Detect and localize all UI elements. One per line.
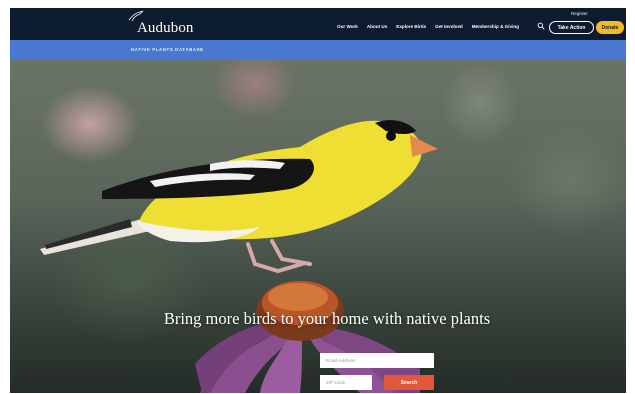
- hero-section: Bring more birds to your home with nativ…: [10, 59, 626, 393]
- nav-membership-giving[interactable]: Membership & Giving: [472, 24, 519, 29]
- bird-legs: [246, 239, 312, 274]
- main-nav: Our Work About Us Explore Birds Get Invo…: [337, 24, 519, 29]
- take-action-button[interactable]: Take Action: [549, 21, 594, 34]
- zip-code-input[interactable]: [320, 375, 372, 390]
- nav-explore-birds[interactable]: Explore Birds: [396, 24, 426, 29]
- audubon-logo[interactable]: Audubon: [128, 10, 194, 37]
- nav-our-work[interactable]: Our Work: [337, 24, 358, 29]
- top-navigation: Audubon Register Our Work About Us Explo…: [10, 8, 626, 40]
- goldfinch-on-coneflower-photo: [40, 120, 438, 393]
- nav-about-us[interactable]: About Us: [367, 24, 387, 29]
- search-button[interactable]: Search: [384, 375, 434, 390]
- native-plants-bar: NATIVE PLANTS DATABASE: [10, 40, 626, 59]
- logo-text: Audubon: [137, 20, 194, 36]
- hero-headline: Bring more birds to your home with nativ…: [163, 309, 491, 328]
- email-address-input[interactable]: [320, 353, 434, 368]
- bird-eye: [386, 131, 396, 141]
- nav-get-involved[interactable]: Get Involved: [435, 24, 463, 29]
- register-link[interactable]: Register: [571, 11, 588, 16]
- native-plants-database-link[interactable]: NATIVE PLANTS DATABASE: [131, 47, 204, 52]
- browser-viewport: Audubon Register Our Work About Us Explo…: [10, 8, 626, 393]
- bird-outline-icon: [128, 10, 144, 22]
- bird-beak: [410, 135, 438, 157]
- donate-button[interactable]: Donate: [596, 21, 624, 34]
- search-icon[interactable]: [537, 22, 545, 30]
